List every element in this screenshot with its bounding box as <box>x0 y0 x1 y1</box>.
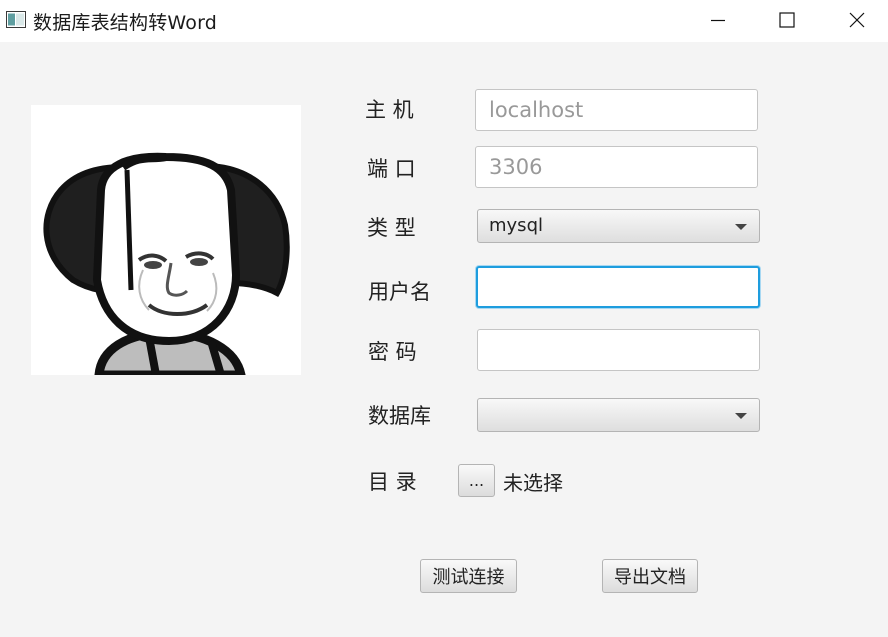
chevron-down-icon <box>735 224 747 230</box>
maximize-icon <box>779 12 795 28</box>
host-input[interactable]: localhost <box>475 89 758 131</box>
window-title: 数据库表结构转Word <box>33 12 218 34</box>
chevron-down-icon <box>735 413 747 419</box>
close-icon <box>849 12 865 28</box>
host-label: 主 机 <box>365 98 414 122</box>
username-label: 用户名 <box>368 280 431 304</box>
type-label: 类 型 <box>367 216 416 240</box>
type-select-value: mysql <box>489 215 543 236</box>
browse-directory-button[interactable]: ... <box>458 464 495 497</box>
username-input[interactable] <box>476 266 760 308</box>
port-input[interactable]: 3306 <box>475 146 758 188</box>
app-window: 数据库表结构转Word 主 机 端 口 类 型 用户名 密 码 数据库 目 录 … <box>0 0 888 637</box>
test-connection-button[interactable]: 测试连接 <box>420 559 517 593</box>
directory-label: 目 录 <box>368 470 417 494</box>
app-icon <box>6 11 26 28</box>
directory-status: 未选择 <box>503 471 563 495</box>
database-select[interactable] <box>477 398 760 432</box>
minimize-button[interactable] <box>683 0 753 40</box>
export-document-button[interactable]: 导出文档 <box>602 559 698 593</box>
meme-face-image <box>31 105 301 375</box>
database-label: 数据库 <box>368 404 431 428</box>
avatar-image <box>31 105 301 375</box>
password-input[interactable] <box>477 329 760 371</box>
title-bar: 数据库表结构转Word <box>0 0 888 42</box>
port-label: 端 口 <box>367 157 416 181</box>
password-label: 密 码 <box>368 340 417 364</box>
maximize-button[interactable] <box>752 0 822 40</box>
close-button[interactable] <box>822 0 888 40</box>
type-select[interactable]: mysql <box>477 209 760 243</box>
minimize-icon <box>711 19 725 22</box>
